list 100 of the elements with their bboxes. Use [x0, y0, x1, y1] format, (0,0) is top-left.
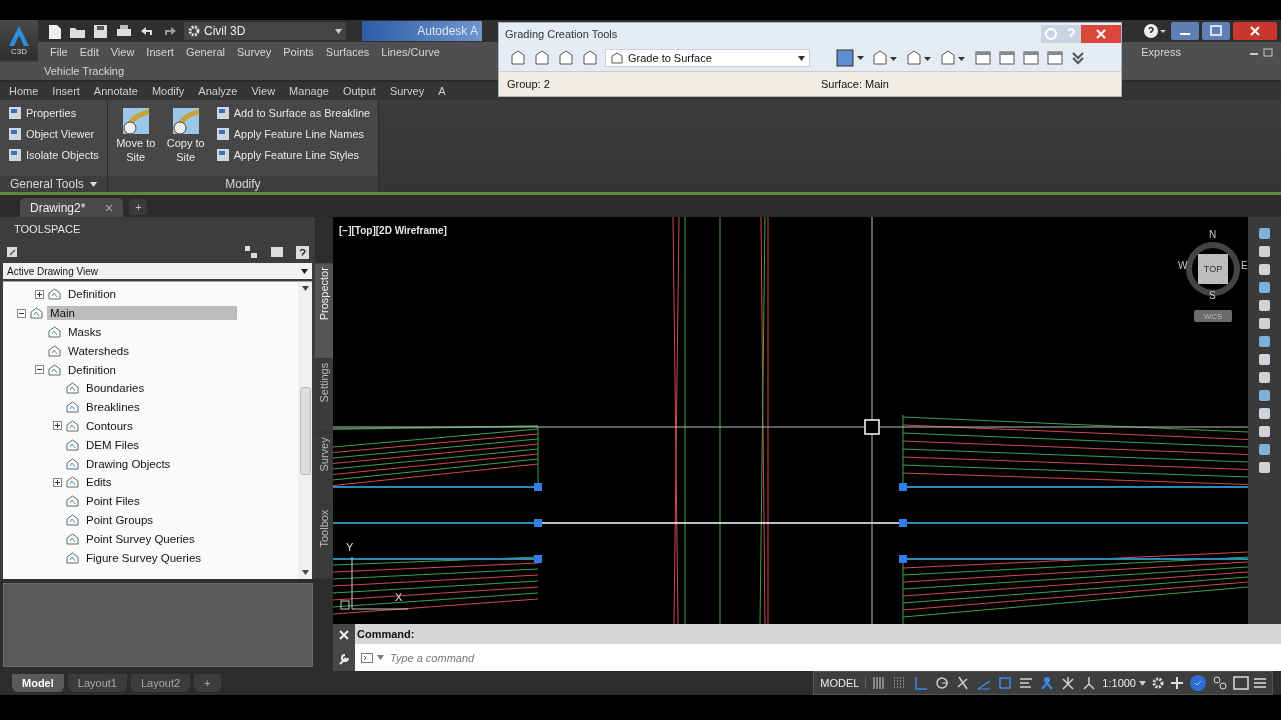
- toolbar-tool-icon[interactable]: [1258, 317, 1271, 330]
- layout-tab[interactable]: Layout1: [67, 674, 127, 692]
- menu-item[interactable]: Edit: [73, 46, 105, 58]
- viewcube-face[interactable]: TOP: [1198, 254, 1228, 284]
- close-icon[interactable]: [1081, 25, 1121, 43]
- expand-toggle-icon[interactable]: [35, 365, 44, 375]
- fullscreen-icon[interactable]: [1233, 676, 1249, 690]
- tree-item[interactable]: Edits: [83, 475, 115, 490]
- model-space-button[interactable]: MODEL: [820, 677, 867, 689]
- tree-item[interactable]: Breaklines: [83, 400, 143, 415]
- ribbon-tab[interactable]: Analyze: [191, 85, 245, 97]
- tree-item[interactable]: Definition: [65, 287, 119, 302]
- toolbar-tool-icon[interactable]: [1258, 425, 1271, 438]
- grading-tool-icon[interactable]: [509, 49, 527, 67]
- ribbon-button[interactable]: Object Viewer: [6, 125, 101, 143]
- tree-view-icon[interactable]: [244, 245, 258, 259]
- minimize-icon[interactable]: [1171, 22, 1199, 40]
- lineweight-icon[interactable]: [1018, 675, 1035, 691]
- ribbon-button[interactable]: Copy to Site: [163, 104, 208, 172]
- application-menu-button[interactable]: C3D: [0, 20, 38, 60]
- toolbar-tool-icon[interactable]: [1258, 407, 1271, 420]
- toolbar-tool-icon[interactable]: [1258, 263, 1271, 276]
- tree-item[interactable]: Point Files: [83, 494, 143, 509]
- drawing-viewport[interactable]: [−][Top][2D Wireframe] N W TOP E S WCS Y X: [333, 217, 1248, 624]
- tree-item[interactable]: Masks: [65, 325, 105, 339]
- ribbon-tab[interactable]: A: [431, 85, 453, 97]
- menu-item[interactable]: General: [179, 46, 231, 58]
- gear-icon[interactable]: [1151, 676, 1165, 690]
- help-icon[interactable]: [296, 245, 309, 259]
- toolbar-tool-icon[interactable]: [1258, 245, 1271, 258]
- tree-item[interactable]: Point Groups: [83, 512, 157, 527]
- side-tab[interactable]: Prospector: [315, 263, 333, 359]
- menu-item[interactable]: Insert: [140, 46, 180, 58]
- wrench-icon[interactable]: [338, 652, 350, 665]
- new-file-icon[interactable]: [46, 22, 63, 40]
- compass-letter[interactable]: E: [1241, 260, 1248, 271]
- new-tab-button[interactable]: +: [129, 199, 148, 215]
- workspace-dropdown[interactable]: Civil 3D: [184, 22, 346, 40]
- tree-item[interactable]: Main: [47, 306, 237, 321]
- toolbar-tool-icon[interactable]: [1258, 227, 1271, 240]
- compass-letter[interactable]: W: [1178, 260, 1188, 271]
- caret-icon[interactable]: [89, 181, 97, 187]
- save-icon[interactable]: [92, 22, 109, 40]
- expand-toggle-icon[interactable]: [35, 289, 44, 299]
- side-tab[interactable]: Survey: [315, 432, 333, 506]
- menu-item[interactable]: Points: [277, 46, 320, 58]
- panel-icon[interactable]: [998, 49, 1016, 67]
- ribbon-tab[interactable]: Output: [335, 85, 383, 97]
- menu-item[interactable]: Lines/Curve: [375, 46, 446, 58]
- command-prompt-icon[interactable]: [361, 652, 373, 663]
- ribbon-tab[interactable]: Modify: [144, 85, 192, 97]
- create-grading-icon[interactable]: [836, 49, 866, 67]
- scrollbar[interactable]: [298, 282, 312, 579]
- command-input[interactable]: Type a command: [388, 650, 1281, 665]
- menu-item[interactable]: Express: [1135, 46, 1187, 58]
- toolbar-tool-icon[interactable]: [1258, 353, 1271, 366]
- menu-item[interactable]: View: [104, 46, 141, 58]
- layout-tab[interactable]: Layout2: [130, 674, 191, 692]
- close-icon[interactable]: [1233, 22, 1277, 40]
- tree-item[interactable]: Contours: [83, 418, 136, 433]
- expand-toggle-icon[interactable]: [53, 421, 62, 431]
- criteria-dropdown[interactable]: Grade to Surface: [605, 49, 810, 67]
- menu-item[interactable]: Survey: [231, 46, 278, 58]
- toolbar-tool-icon[interactable]: [1258, 299, 1271, 312]
- caret-icon[interactable]: [335, 28, 342, 34]
- side-tab[interactable]: Toolbox: [315, 506, 333, 579]
- grading-tool-icon[interactable]: [533, 49, 551, 67]
- expand-toggle-icon[interactable]: [53, 477, 62, 487]
- tree-item[interactable]: Figure Survey Queries: [83, 550, 205, 565]
- panel-icon[interactable]: [270, 246, 284, 258]
- expand-icon[interactable]: [1070, 50, 1086, 66]
- ribbon-button[interactable]: Apply Feature Line Names: [213, 125, 373, 143]
- caret-icon[interactable]: [1139, 680, 1146, 686]
- add-layout-button[interactable]: +: [194, 674, 221, 692]
- toolbar-tool-icon[interactable]: [1258, 461, 1271, 474]
- tree-item[interactable]: Drawing Objects: [83, 456, 174, 471]
- ribbon-tab[interactable]: Survey: [382, 85, 432, 97]
- tree-item[interactable]: DEM Files: [83, 437, 143, 452]
- ribbon-tab[interactable]: Home: [2, 85, 46, 97]
- annotation-visibility-icon[interactable]: [1039, 675, 1056, 691]
- tree-item[interactable]: Boundaries: [83, 381, 148, 396]
- caret-icon[interactable]: [301, 268, 308, 274]
- menu-item[interactable]: File: [44, 46, 74, 58]
- panel-icon[interactable]: [974, 49, 992, 67]
- command-line-field[interactable]: Type a command: [355, 644, 1281, 671]
- restore-icon[interactable]: [1263, 47, 1273, 57]
- view-dropdown[interactable]: Active Drawing View: [3, 263, 312, 279]
- expand-toggle-icon[interactable]: [17, 308, 26, 318]
- layout-tab[interactable]: Model: [12, 674, 64, 692]
- ribbon-button[interactable]: Add to Surface as Breakline: [213, 104, 373, 122]
- menu-icon[interactable]: [1254, 677, 1266, 689]
- compass-letter[interactable]: N: [1209, 229, 1217, 240]
- ribbon-button[interactable]: Properties: [6, 104, 101, 122]
- ribbon-tab[interactable]: Insert: [45, 85, 87, 97]
- ribbon-button[interactable]: Isolate Objects: [6, 146, 101, 164]
- ribbon-tab[interactable]: Annotate: [86, 85, 145, 97]
- toolbar-tool-icon[interactable]: [1258, 335, 1271, 348]
- caret-icon[interactable]: [301, 570, 309, 575]
- toolbar-tool-icon[interactable]: [1258, 371, 1271, 384]
- menu-item[interactable]: Vehicle Tracking: [38, 65, 131, 77]
